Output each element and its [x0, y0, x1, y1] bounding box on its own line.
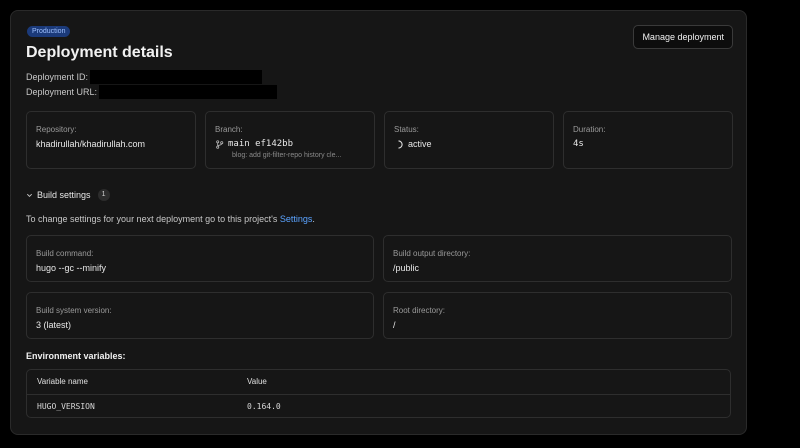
build-output-label: Build output directory: [393, 249, 471, 258]
page-title: Deployment details [26, 44, 173, 61]
branch-value-row[interactable]: main ef142bb [215, 139, 293, 149]
status-label: Status: [394, 125, 419, 134]
root-directory-card: Root directory: / [383, 292, 732, 339]
deployment-id-label: Deployment ID: [26, 72, 89, 82]
status-card: Status: active [384, 111, 554, 169]
env-variables-title: Environment variables: [26, 351, 126, 361]
build-settings-label: Build settings [37, 190, 91, 200]
build-output-card: Build output directory: /public [383, 235, 732, 282]
build-system-card: Build system version: 3 (latest) [26, 292, 374, 339]
deployment-id-redacted [90, 70, 263, 84]
deployment-url-redacted [99, 85, 278, 99]
settings-note: To change settings for your next deploym… [26, 214, 315, 224]
branch-value: main ef142bb [228, 139, 294, 149]
root-directory-label: Root directory: [393, 306, 446, 315]
chevron-down-icon [27, 193, 32, 197]
column-value: Value [247, 377, 267, 386]
deployment-url-row: Deployment URL: [26, 85, 278, 99]
settings-link[interactable]: Settings [280, 214, 313, 224]
build-command-label: Build command: [36, 249, 94, 258]
build-settings-count: 1 [97, 189, 110, 201]
build-system-value: 3 (latest) [36, 320, 72, 330]
root-directory-value: / [393, 320, 396, 330]
environment-badge: Production [27, 26, 71, 37]
build-command-card: Build command: hugo --gc --minify [26, 235, 374, 282]
spinner-icon [398, 139, 403, 149]
git-branch-icon [216, 139, 224, 149]
build-settings-toggle[interactable]: Build settings 1 [26, 189, 110, 201]
deployment-id-row: Deployment ID: [26, 70, 263, 84]
env-var-value: 0.164.0 [247, 402, 281, 411]
column-variable-name: Variable name [37, 377, 88, 386]
env-var-name: HUGO_VERSION [37, 402, 95, 411]
commit-message: blog: add git-filter-repo history cle... [232, 152, 342, 159]
build-system-label: Build system version: [36, 306, 112, 315]
repository-label: Repository: [36, 125, 77, 134]
duration-value: 4s [573, 139, 584, 149]
branch-card: Branch: main ef142bb blog: add git-filte… [205, 111, 375, 169]
deployment-panel: Production Deployment details Deployment… [10, 10, 747, 435]
branch-label: Branch: [215, 125, 243, 134]
status-value: active [408, 139, 432, 149]
settings-note-suffix: . [312, 214, 315, 224]
deployment-url-label: Deployment URL: [26, 87, 98, 97]
manage-deployment-button[interactable]: Manage deployment [633, 25, 733, 49]
duration-label: Duration: [573, 125, 606, 134]
repository-link[interactable]: khadirullah/khadirullah.com [36, 139, 145, 149]
env-variables-table: Variable name Value HUGO_VERSION 0.164.0 [26, 369, 731, 418]
table-header: Variable name Value [27, 370, 730, 395]
table-row: HUGO_VERSION 0.164.0 [27, 395, 730, 417]
settings-note-text: To change settings for your next deploym… [26, 214, 278, 224]
build-command-value: hugo --gc --minify [36, 263, 107, 273]
build-output-value: /public [393, 263, 420, 273]
duration-card: Duration: 4s [563, 111, 733, 169]
repository-card: Repository: khadirullah/khadirullah.com [26, 111, 196, 169]
status-value-row: active [394, 139, 432, 149]
